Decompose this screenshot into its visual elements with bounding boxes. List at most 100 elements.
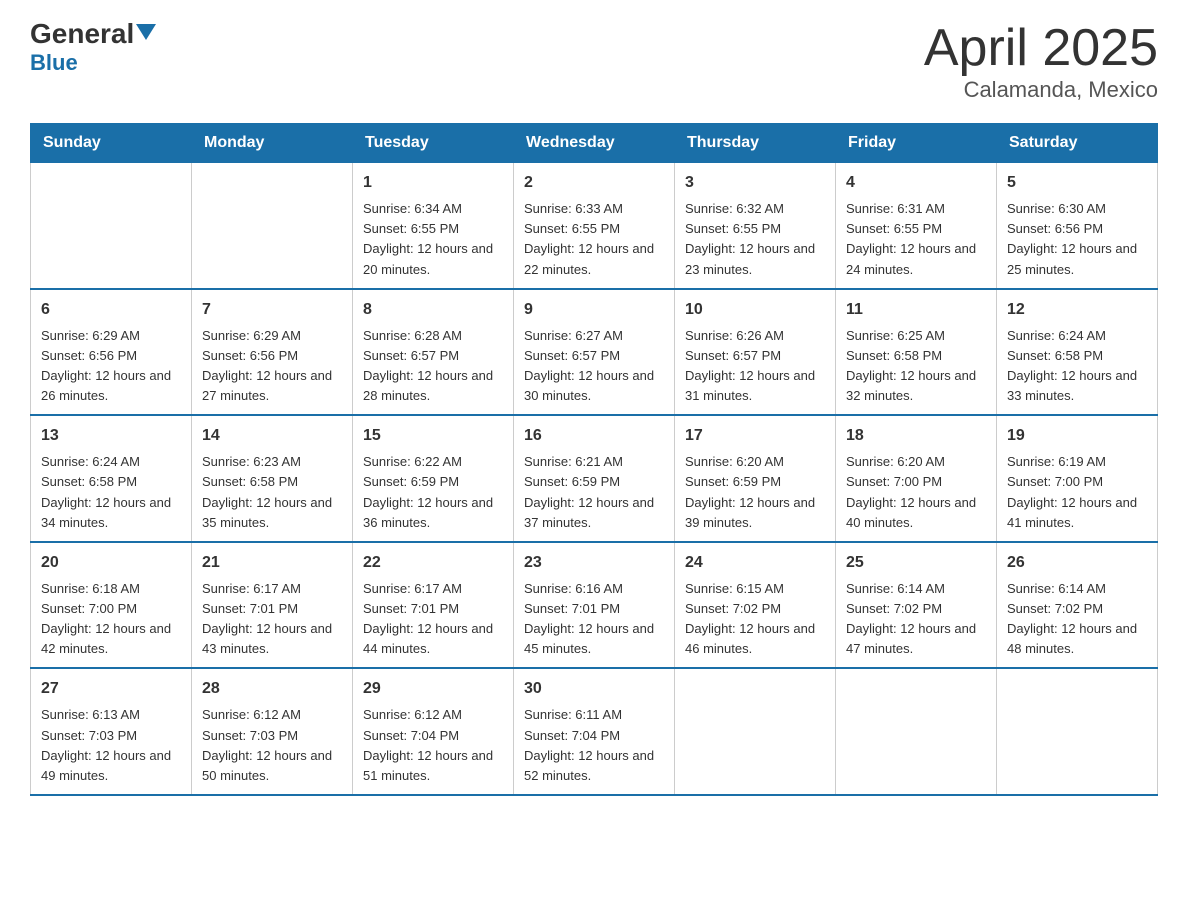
calendar-cell: 26 Sunrise: 6:14 AM Sunset: 7:02 PM Dayli… xyxy=(997,542,1158,669)
day-number: 3 xyxy=(685,171,825,195)
day-number: 26 xyxy=(1007,551,1147,575)
day-info: Sunrise: 6:27 AM Sunset: 6:57 PM Dayligh… xyxy=(524,326,664,407)
calendar-cell: 27Sunrise: 6:13 AM Sunset: 7:03 PM Dayli… xyxy=(31,668,192,795)
logo-triangle-icon xyxy=(136,24,156,40)
day-info: Sunrise: 6:34 AM Sunset: 6:55 PM Dayligh… xyxy=(363,199,503,280)
day-info: Sunrise: 6:20 AM Sunset: 6:59 PM Dayligh… xyxy=(685,452,825,533)
calendar-cell: 4 Sunrise: 6:31 AM Sunset: 6:55 PM Daylig… xyxy=(836,163,997,289)
calendar-cell: 14 Sunrise: 6:23 AM Sunset: 6:58 PM Dayli… xyxy=(192,415,353,542)
logo-general: General xyxy=(30,20,156,48)
calendar-cell: 20Sunrise: 6:18 AM Sunset: 7:00 PM Dayli… xyxy=(31,542,192,669)
day-number: 25 xyxy=(846,551,986,575)
title-area: April 2025 Calamanda, Mexico xyxy=(924,20,1158,103)
day-info: Sunrise: 6:23 AM Sunset: 6:58 PM Dayligh… xyxy=(202,452,342,533)
calendar-cell: 9 Sunrise: 6:27 AM Sunset: 6:57 PM Daylig… xyxy=(514,289,675,416)
calendar-cell: 29 Sunrise: 6:12 AM Sunset: 7:04 PM Dayli… xyxy=(353,668,514,795)
day-number: 2 xyxy=(524,171,664,195)
day-info: Sunrise: 6:25 AM Sunset: 6:58 PM Dayligh… xyxy=(846,326,986,407)
calendar-header-row: SundayMondayTuesdayWednesdayThursdayFrid… xyxy=(31,124,1158,163)
day-number: 24 xyxy=(685,551,825,575)
calendar-cell: 8 Sunrise: 6:28 AM Sunset: 6:57 PM Daylig… xyxy=(353,289,514,416)
day-info: Sunrise: 6:18 AM Sunset: 7:00 PM Dayligh… xyxy=(41,579,181,660)
day-number: 28 xyxy=(202,677,342,701)
day-info: Sunrise: 6:26 AM Sunset: 6:57 PM Dayligh… xyxy=(685,326,825,407)
day-number: 8 xyxy=(363,298,503,322)
day-info: Sunrise: 6:17 AM Sunset: 7:01 PM Dayligh… xyxy=(363,579,503,660)
calendar-cell: 10 Sunrise: 6:26 AM Sunset: 6:57 PM Dayli… xyxy=(675,289,836,416)
day-info: Sunrise: 6:30 AM Sunset: 6:56 PM Dayligh… xyxy=(1007,199,1147,280)
day-number: 5 xyxy=(1007,171,1147,195)
day-info: Sunrise: 6:17 AM Sunset: 7:01 PM Dayligh… xyxy=(202,579,342,660)
day-info: Sunrise: 6:20 AM Sunset: 7:00 PM Dayligh… xyxy=(846,452,986,533)
calendar-cell: 25 Sunrise: 6:14 AM Sunset: 7:02 PM Dayli… xyxy=(836,542,997,669)
day-number: 10 xyxy=(685,298,825,322)
day-number: 14 xyxy=(202,424,342,448)
day-number: 18 xyxy=(846,424,986,448)
calendar-cell: 19 Sunrise: 6:19 AM Sunset: 7:00 PM Dayli… xyxy=(997,415,1158,542)
calendar-header-thursday: Thursday xyxy=(675,124,836,163)
calendar-cell: 2 Sunrise: 6:33 AM Sunset: 6:55 PM Daylig… xyxy=(514,163,675,289)
calendar-week-row: 13 Sunrise: 6:24 AM Sunset: 6:58 PM Dayli… xyxy=(31,415,1158,542)
day-info: Sunrise: 6:22 AM Sunset: 6:59 PM Dayligh… xyxy=(363,452,503,533)
calendar-header-saturday: Saturday xyxy=(997,124,1158,163)
day-info: Sunrise: 6:11 AM Sunset: 7:04 PM Dayligh… xyxy=(524,705,664,786)
calendar-header-sunday: Sunday xyxy=(31,124,192,163)
day-info: Sunrise: 6:16 AM Sunset: 7:01 PM Dayligh… xyxy=(524,579,664,660)
calendar-cell: 1Sunrise: 6:34 AM Sunset: 6:55 PM Daylig… xyxy=(353,163,514,289)
day-info: Sunrise: 6:14 AM Sunset: 7:02 PM Dayligh… xyxy=(1007,579,1147,660)
day-info: Sunrise: 6:28 AM Sunset: 6:57 PM Dayligh… xyxy=(363,326,503,407)
day-info: Sunrise: 6:12 AM Sunset: 7:04 PM Dayligh… xyxy=(363,705,503,786)
calendar-cell: 13 Sunrise: 6:24 AM Sunset: 6:58 PM Dayli… xyxy=(31,415,192,542)
day-number: 23 xyxy=(524,551,664,575)
calendar-cell: 6Sunrise: 6:29 AM Sunset: 6:56 PM Daylig… xyxy=(31,289,192,416)
calendar-week-row: 27Sunrise: 6:13 AM Sunset: 7:03 PM Dayli… xyxy=(31,668,1158,795)
calendar-cell: 23 Sunrise: 6:16 AM Sunset: 7:01 PM Dayli… xyxy=(514,542,675,669)
calendar-week-row: 6Sunrise: 6:29 AM Sunset: 6:56 PM Daylig… xyxy=(31,289,1158,416)
day-number: 21 xyxy=(202,551,342,575)
day-number: 11 xyxy=(846,298,986,322)
calendar-week-row: 1Sunrise: 6:34 AM Sunset: 6:55 PM Daylig… xyxy=(31,163,1158,289)
day-info: Sunrise: 6:29 AM Sunset: 6:56 PM Dayligh… xyxy=(41,326,181,407)
calendar-cell xyxy=(192,163,353,289)
calendar-header-monday: Monday xyxy=(192,124,353,163)
calendar-cell xyxy=(997,668,1158,795)
calendar-cell: 15 Sunrise: 6:22 AM Sunset: 6:59 PM Dayli… xyxy=(353,415,514,542)
day-number: 9 xyxy=(524,298,664,322)
day-number: 17 xyxy=(685,424,825,448)
calendar-header-tuesday: Tuesday xyxy=(353,124,514,163)
day-info: Sunrise: 6:15 AM Sunset: 7:02 PM Dayligh… xyxy=(685,579,825,660)
calendar-cell: 17 Sunrise: 6:20 AM Sunset: 6:59 PM Dayli… xyxy=(675,415,836,542)
calendar-cell: 28 Sunrise: 6:12 AM Sunset: 7:03 PM Dayli… xyxy=(192,668,353,795)
location: Calamanda, Mexico xyxy=(924,77,1158,103)
day-info: Sunrise: 6:21 AM Sunset: 6:59 PM Dayligh… xyxy=(524,452,664,533)
day-info: Sunrise: 6:14 AM Sunset: 7:02 PM Dayligh… xyxy=(846,579,986,660)
day-number: 4 xyxy=(846,171,986,195)
calendar-cell: 22Sunrise: 6:17 AM Sunset: 7:01 PM Dayli… xyxy=(353,542,514,669)
day-info: Sunrise: 6:19 AM Sunset: 7:00 PM Dayligh… xyxy=(1007,452,1147,533)
calendar-cell: 7 Sunrise: 6:29 AM Sunset: 6:56 PM Daylig… xyxy=(192,289,353,416)
day-number: 29 xyxy=(363,677,503,701)
day-info: Sunrise: 6:24 AM Sunset: 6:58 PM Dayligh… xyxy=(41,452,181,533)
calendar-cell: 11 Sunrise: 6:25 AM Sunset: 6:58 PM Dayli… xyxy=(836,289,997,416)
day-number: 7 xyxy=(202,298,342,322)
month-title: April 2025 xyxy=(924,20,1158,77)
calendar-cell: 24 Sunrise: 6:15 AM Sunset: 7:02 PM Dayli… xyxy=(675,542,836,669)
day-info: Sunrise: 6:33 AM Sunset: 6:55 PM Dayligh… xyxy=(524,199,664,280)
day-number: 15 xyxy=(363,424,503,448)
day-number: 30 xyxy=(524,677,664,701)
logo-blue: Blue xyxy=(30,50,78,76)
calendar-cell: 21 Sunrise: 6:17 AM Sunset: 7:01 PM Dayli… xyxy=(192,542,353,669)
day-info: Sunrise: 6:31 AM Sunset: 6:55 PM Dayligh… xyxy=(846,199,986,280)
day-info: Sunrise: 6:12 AM Sunset: 7:03 PM Dayligh… xyxy=(202,705,342,786)
page-header: General Blue April 2025 Calamanda, Mexic… xyxy=(30,20,1158,103)
day-number: 19 xyxy=(1007,424,1147,448)
day-number: 16 xyxy=(524,424,664,448)
calendar-cell: 30 Sunrise: 6:11 AM Sunset: 7:04 PM Dayli… xyxy=(514,668,675,795)
calendar-cell: 3 Sunrise: 6:32 AM Sunset: 6:55 PM Daylig… xyxy=(675,163,836,289)
day-number: 12 xyxy=(1007,298,1147,322)
day-number: 27 xyxy=(41,677,181,701)
day-info: Sunrise: 6:29 AM Sunset: 6:56 PM Dayligh… xyxy=(202,326,342,407)
calendar-cell xyxy=(675,668,836,795)
day-info: Sunrise: 6:32 AM Sunset: 6:55 PM Dayligh… xyxy=(685,199,825,280)
day-number: 13 xyxy=(41,424,181,448)
